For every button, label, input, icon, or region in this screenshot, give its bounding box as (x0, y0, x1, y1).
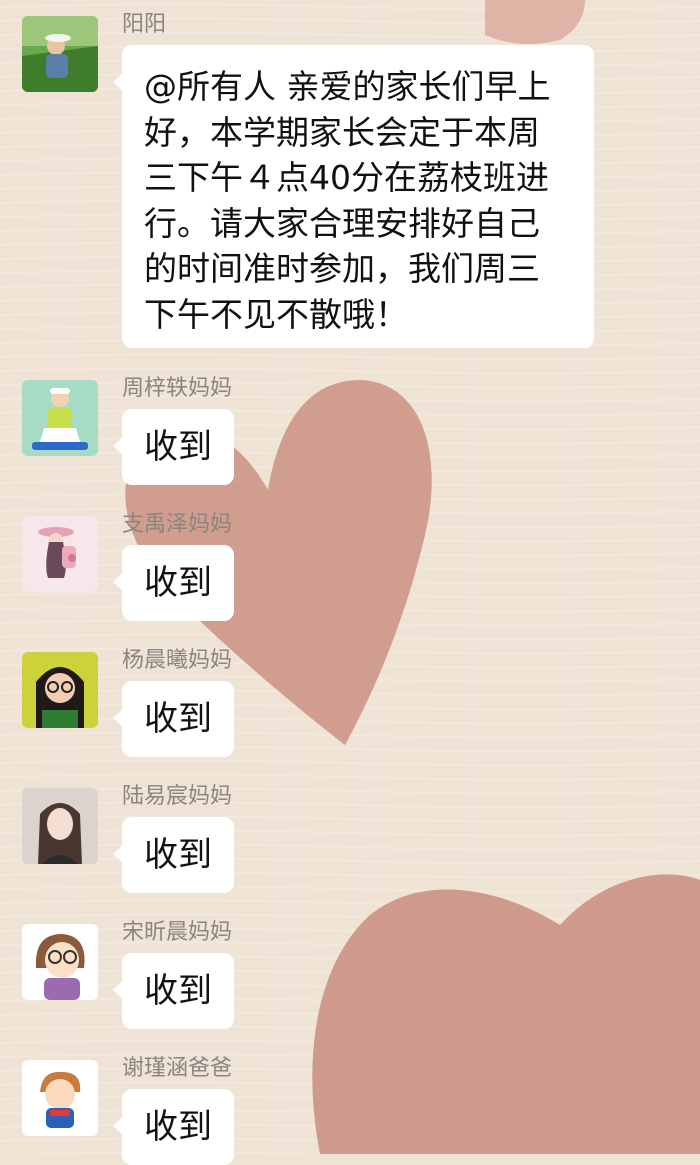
message-bubble[interactable]: 收到 (113, 817, 234, 893)
message-bubble[interactable]: 收到 (113, 545, 234, 621)
cartoon-girl-glasses-avatar[interactable] (22, 924, 98, 1000)
sender-name: 杨晨曦妈妈 (122, 648, 233, 673)
sender-name: 谢瑾涵爸爸 (122, 1056, 233, 1081)
sender-name: 周梓轶妈妈 (122, 376, 233, 401)
sender-name: 支禹泽妈妈 (122, 512, 233, 537)
chat-message-list[interactable]: 阳阳 @所有人 亲爱的家长们早上好，本学期家长会定于本周三下午４点40分在荔枝班… (0, 0, 700, 1165)
woman-long-hair-avatar[interactable] (22, 788, 98, 864)
message-bubble[interactable]: 收到 (113, 681, 234, 757)
sender-name: 宋昕晨妈妈 (122, 920, 233, 945)
cartoon-boy-avatar[interactable] (22, 1060, 98, 1136)
woman-with-glasses-avatar[interactable] (22, 652, 98, 728)
sender-name: 陆易宸妈妈 (122, 784, 233, 809)
child-green-background-avatar[interactable] (22, 380, 98, 456)
sender-name: 阳阳 (122, 12, 167, 37)
child-in-field-avatar[interactable] (22, 16, 98, 92)
message-bubble[interactable]: 收到 (113, 409, 234, 485)
girl-with-hat-illustration-avatar[interactable] (22, 516, 98, 592)
message-bubble[interactable]: 收到 (113, 953, 234, 1029)
message-bubble[interactable]: @所有人 亲爱的家长们早上好，本学期家长会定于本周三下午４点40分在荔枝班进行。… (113, 45, 594, 348)
